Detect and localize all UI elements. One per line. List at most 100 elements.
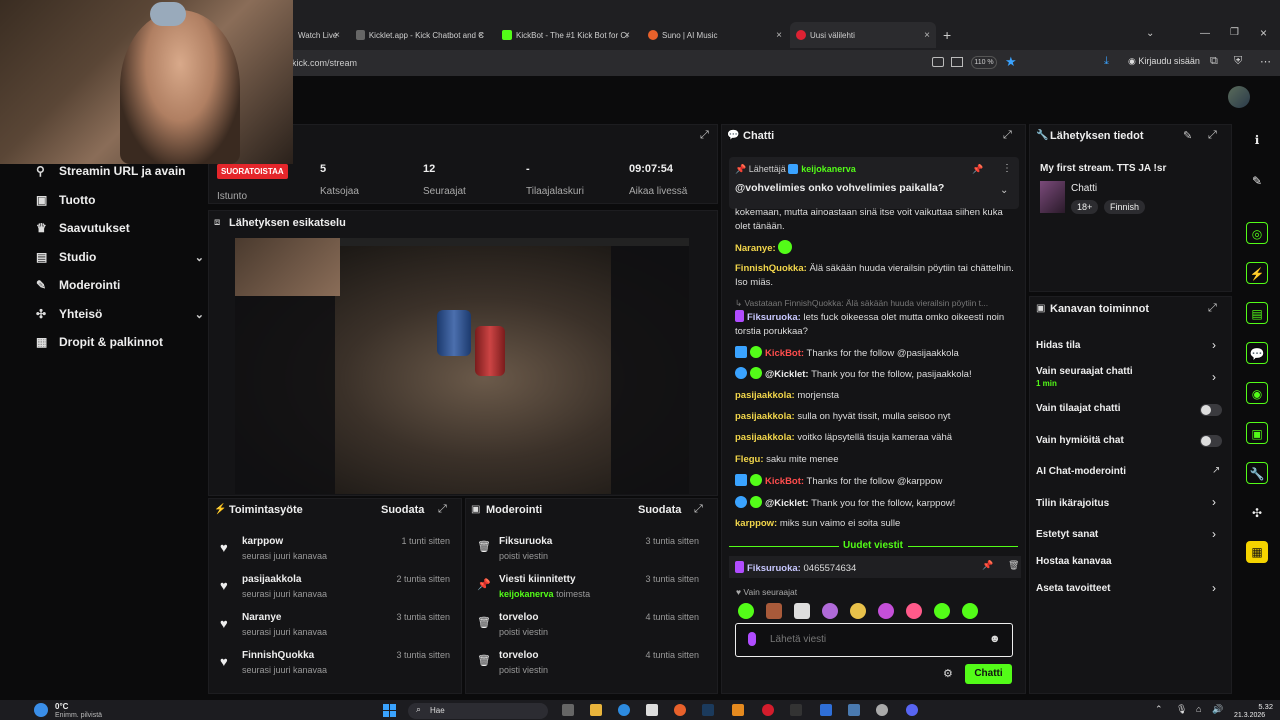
emote-icon[interactable] [766,603,782,619]
moderation-user[interactable]: torveloo [499,650,538,661]
taskbar-search[interactable] [408,703,548,719]
close-icon[interactable]: × [478,30,484,41]
external-link-icon[interactable]: ↗ [1212,465,1220,476]
action-ai-moderation[interactable]: AI Chat-moderointi [1036,466,1126,477]
extensions-icon[interactable]: ⧉ [1210,55,1218,68]
screenshot-icon[interactable] [932,57,944,67]
chevron-right-icon[interactable]: › [1212,495,1216,509]
expand-icon[interactable]: ⤢ [700,129,709,142]
expand-icon[interactable]: ⤢ [438,503,447,516]
document-icon[interactable]: ▤ [1246,302,1268,324]
chat-user[interactable]: @Kicklet: [765,369,809,380]
shield-icon[interactable]: ⛨ [1234,55,1242,68]
close-icon[interactable]: × [334,30,340,41]
menu-dots-icon[interactable]: ⋯ [1260,55,1271,68]
activity-user[interactable]: FinnishQuokka [242,650,314,661]
new-tab-icon[interactable]: + [943,27,951,43]
pencil-icon[interactable]: ✎ [1246,170,1268,192]
sidebar-item-moderation[interactable]: ✎ Moderointi [36,278,120,292]
tab-watch-live[interactable]: Watch Live × [292,22,346,48]
terminal-icon[interactable] [790,704,802,716]
layout-icon[interactable]: ▣ [1246,422,1268,444]
app-icon[interactable] [848,704,860,716]
edge-icon[interactable] [618,704,630,716]
emote-icon[interactable] [738,603,754,619]
firefox-icon[interactable] [674,704,686,716]
expand-icon[interactable]: ⤢ [694,503,703,516]
pinned-user[interactable]: keijokanerva [801,164,856,174]
chat-user[interactable]: @Kicklet: [765,498,809,509]
emoji-picker-icon[interactable]: ☻ [989,633,1001,645]
chat-user[interactable]: KickBot: [765,348,804,359]
chevron-right-icon[interactable]: › [1212,370,1216,384]
sidebar-item-community[interactable]: ✣ Yhteisö ⌄ [36,307,204,321]
maximize-icon[interactable]: ❐ [1230,27,1239,38]
clock-time[interactable]: 5.32 [1249,702,1273,711]
stream-preview-video[interactable] [235,238,689,494]
emote-icon[interactable] [878,603,894,619]
delete-message-icon[interactable]: 🗑 [1008,560,1019,571]
windows-start-icon[interactable] [383,704,397,718]
window-close-icon[interactable]: × [1260,26,1267,40]
emote-icon[interactable] [794,603,810,619]
signin-button[interactable]: ◉ Kirjaudu sisään [1128,56,1200,67]
pip-icon[interactable] [951,57,963,67]
sidebar-item-revenue[interactable]: ▣ Tuotto [36,193,95,207]
moderator-name[interactable]: keijokanerva [499,589,554,599]
action-host-channel[interactable]: Hostaa kanavaa [1036,556,1112,567]
download-icon[interactable]: ⤓ [1104,55,1109,68]
sidebar-item-studio[interactable]: ▤ Studio ⌄ [36,250,204,264]
chat-user[interactable]: Flegu: [735,454,764,465]
chat-user[interactable]: Fiksuruoka: [747,563,801,574]
chat-user[interactable]: FinnishQuokka: [735,263,807,274]
weather-temp[interactable]: 0°C [55,702,68,711]
tab-new-tab[interactable]: Uusi välilehti × [790,22,936,48]
community-icon[interactable]: ✣ [1246,502,1268,524]
chat-user[interactable]: Naranye: [735,243,776,254]
emote-icon[interactable] [906,603,922,619]
moderation-user[interactable]: torveloo [499,612,538,623]
chat-user[interactable]: pasijaakkola: [735,390,795,401]
chat-user[interactable]: pasijaakkola: [735,432,795,443]
chevron-right-icon[interactable]: › [1212,581,1216,595]
close-icon[interactable]: × [624,30,630,41]
moderation-filter-button[interactable]: Suodata [638,504,681,516]
tab-kicklet[interactable]: Kicklet.app - Kick Chatbot and C × [350,22,490,48]
activity-filter-button[interactable]: Suodata [381,504,424,516]
sidebar-item-stream-url[interactable]: ⚲ Streamin URL ja avain [36,164,186,178]
chat-user[interactable]: Fiksuruoka: [747,312,801,323]
close-icon[interactable]: × [924,30,930,41]
action-set-goals[interactable]: Aseta tavoitteet [1036,583,1110,594]
file-explorer-icon[interactable] [590,704,602,716]
sidebar-item-drops[interactable]: ▦ Dropit & palkinnot [36,335,163,349]
task-view-icon[interactable] [562,704,574,716]
action-followers-only[interactable]: Vain seuraajat chatti [1036,366,1133,377]
volume-icon[interactable]: 🔊 [1212,704,1223,715]
app-icon[interactable] [820,704,832,716]
emote-icon[interactable] [850,603,866,619]
close-icon[interactable]: × [776,30,782,41]
activity-user[interactable]: karppow [242,536,283,547]
action-age-restriction[interactable]: Tilin ikärajoitus [1036,498,1109,509]
emote-icon[interactable] [822,603,838,619]
chevron-right-icon[interactable]: › [1212,338,1216,352]
more-dots-icon[interactable]: ⋮ [1002,163,1012,174]
action-slow-mode[interactable]: Hidas tila [1036,340,1080,351]
chat-user[interactable]: KickBot: [765,476,804,487]
highlight-icon[interactable]: ▦ [1246,541,1268,563]
wrench-icon[interactable]: 🔧 [1246,462,1268,484]
sidebar-item-achievements[interactable]: ♛ Saavutukset [36,221,130,235]
activity-user[interactable]: Naranye [242,612,281,623]
expand-icon[interactable]: ⤢ [1208,302,1217,315]
action-banned-words[interactable]: Estetyt sanat [1036,529,1098,540]
edit-pencil-icon[interactable]: ✎ [1183,129,1192,142]
chat-settings-gear-icon[interactable]: ⚙ [943,667,953,680]
url-field[interactable]: kick.com/stream [292,58,357,68]
emote-icon[interactable] [962,603,978,619]
favorite-star-icon[interactable]: ★ [1005,54,1017,70]
opera-icon[interactable] [762,704,774,716]
category-name[interactable]: Chatti [1071,183,1097,194]
broadcast-icon[interactable]: ◉ [1246,382,1268,404]
steam-icon[interactable] [702,704,714,716]
chevron-right-icon[interactable]: › [1212,527,1216,541]
